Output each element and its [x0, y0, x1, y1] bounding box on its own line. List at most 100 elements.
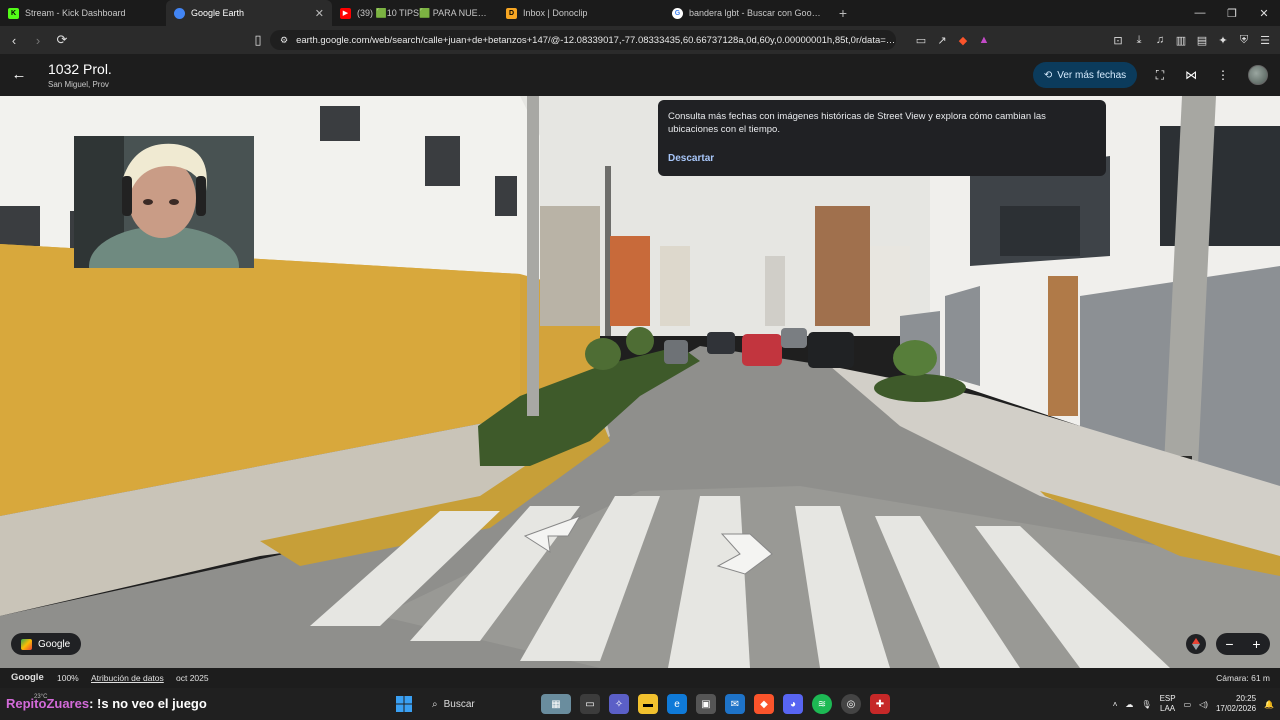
- store-icon[interactable]: ▣: [696, 694, 716, 714]
- obs-icon[interactable]: ◎: [841, 694, 861, 714]
- avatar[interactable]: [1248, 65, 1268, 85]
- camera-altitude: Cámara: 61 m: [1216, 673, 1270, 683]
- share-icon[interactable]: ⋈: [1182, 66, 1200, 84]
- google-icon: G: [672, 7, 683, 19]
- back-arrow-icon[interactable]: ←: [10, 64, 28, 84]
- tab-label: Stream - Kick Dashboard: [25, 8, 126, 18]
- street-view[interactable]: [0, 96, 1280, 668]
- google-maps-icon: [21, 638, 32, 650]
- tab-label: (39) 🟩10 TIPS🟩 PARA NUEVOS JUGADORES: [357, 7, 490, 18]
- clock-date: 17/02/2026: [1215, 704, 1257, 713]
- earth-status-bar: Google 100% Atribución de datos oct 2025…: [0, 668, 1280, 688]
- wallet-icon[interactable]: ▤: [1193, 30, 1211, 50]
- more-dates-label: Ver más fechas: [1057, 69, 1127, 81]
- widgets-icon[interactable]: ▦: [541, 694, 571, 714]
- close-window-icon[interactable]: ✕: [1248, 0, 1280, 26]
- tab-label: Inbox | Donoclip: [523, 8, 588, 18]
- notifications-icon[interactable]: 🔔: [1264, 700, 1274, 709]
- back-icon[interactable]: ‹: [4, 30, 24, 50]
- tab-google-search[interactable]: G bandera lgbt - Buscar con Google: [664, 0, 830, 26]
- tab-donoclip[interactable]: D Inbox | Donoclip: [498, 0, 664, 26]
- close-tab-icon[interactable]: ✕: [315, 7, 324, 20]
- map-type-label: Google: [38, 638, 71, 650]
- url-text: earth.google.com/web/search/calle+juan+d…: [296, 34, 896, 46]
- file-explorer-icon[interactable]: ▬: [638, 694, 658, 714]
- donoclip-icon: D: [506, 7, 517, 19]
- share-icon[interactable]: ↗: [933, 30, 951, 50]
- download-icon[interactable]: ⤓: [1130, 30, 1148, 50]
- data-attribution-link[interactable]: Atribución de datos: [91, 673, 164, 683]
- dismiss-button[interactable]: Descartar: [668, 153, 714, 164]
- more-dates-button[interactable]: ⟲ Ver más fechas: [1033, 62, 1137, 88]
- map-type-button[interactable]: Google: [11, 633, 81, 655]
- maximize-icon[interactable]: ❐: [1216, 0, 1248, 26]
- kick-icon: K: [8, 7, 19, 19]
- brave-rewards-icon[interactable]: ▲: [975, 30, 993, 50]
- media-icon[interactable]: ♫: [1151, 30, 1169, 50]
- tab-google-earth[interactable]: Google Earth ✕: [166, 0, 332, 26]
- screenshot-icon[interactable]: ⊡: [1109, 30, 1127, 50]
- place-subtitle: San Miguel, Prov: [48, 80, 109, 89]
- cloud-icon[interactable]: ☁: [1125, 700, 1133, 709]
- app-icon[interactable]: ✚: [870, 694, 890, 714]
- window-controls: — ❐ ✕: [1184, 0, 1280, 26]
- chat-text: : !s no veo el juego: [89, 696, 207, 711]
- brave-icon[interactable]: ◆: [754, 694, 774, 714]
- vpn-icon[interactable]: ⛨: [1235, 30, 1253, 50]
- spotify-icon[interactable]: ≋: [812, 694, 832, 714]
- site-settings-icon[interactable]: ⚙: [280, 35, 288, 46]
- browser-toolbar: ‹ › ⟳ ▯ ⚙ earth.google.com/web/search/ca…: [0, 26, 1280, 54]
- zoom-out-button[interactable]: −: [1225, 636, 1233, 652]
- tab-kick-dashboard[interactable]: K Stream - Kick Dashboard: [0, 0, 166, 26]
- zoom-level: 100%: [57, 673, 79, 683]
- taskbar-search[interactable]: ⌕ Buscar: [424, 693, 532, 715]
- reload-icon[interactable]: ⟳: [52, 30, 72, 50]
- google-earth-icon: [174, 7, 185, 19]
- chevron-up-icon[interactable]: ˄: [1113, 700, 1118, 709]
- clock[interactable]: 20:25 17/02/2026: [1216, 694, 1256, 714]
- toolbar-actions: ▭ ↗ ◆ ▲ ⊡ ⤓ ♫ ▥ ▤ ✦ ⛨ ☰: [912, 30, 1274, 50]
- windows-taskbar: 23°C RepitoZuares: !s no veo el juego ⌕ …: [0, 688, 1280, 720]
- microphone-icon[interactable]: 🎙: [1141, 700, 1151, 709]
- chat-username: RepitoZuares: [6, 696, 90, 711]
- lang-bottom: LAA: [1160, 704, 1176, 713]
- bookmark-icon[interactable]: ▯: [248, 30, 268, 50]
- webcam-overlay: [74, 136, 254, 268]
- search-placeholder: Buscar: [443, 698, 475, 710]
- zoom-in-button[interactable]: +: [1252, 636, 1260, 652]
- tab-label: Google Earth: [191, 8, 245, 18]
- history-icon: ⟲: [1043, 69, 1053, 81]
- zoom-control: − +: [1216, 633, 1270, 655]
- toolbar-spacer: [996, 30, 1106, 50]
- search-icon: ⌕: [432, 698, 438, 710]
- more-options-icon[interactable]: ⋮: [1214, 66, 1232, 84]
- mail-icon[interactable]: ✉: [725, 694, 745, 714]
- taskbar-apps: ⌕ Buscar ▦ ▭ ✧ ▬ e ▣ ✉ ◆ ◕ ≋ ◎ ✚: [392, 692, 890, 716]
- menu-icon[interactable]: ☰: [1256, 30, 1274, 50]
- place-title: 1032 Prol.: [48, 61, 112, 77]
- language-indicator[interactable]: ESP LAA: [1160, 694, 1176, 714]
- fullscreen-icon[interactable]: ⛶: [1151, 66, 1169, 84]
- windows-start-icon[interactable]: [392, 692, 416, 716]
- sidebar-icon[interactable]: ▥: [1172, 30, 1190, 50]
- address-bar[interactable]: ⚙ earth.google.com/web/search/calle+juan…: [270, 30, 896, 50]
- extensions-icon[interactable]: ✦: [1214, 30, 1232, 50]
- tooltip-text: Consulta más fechas con imágenes históri…: [668, 111, 1046, 135]
- edge-icon[interactable]: e: [667, 694, 687, 714]
- volume-icon[interactable]: ◁): [1199, 700, 1208, 709]
- install-app-icon[interactable]: ▭: [912, 30, 930, 50]
- historical-imagery-tooltip: Consulta más fechas con imágenes históri…: [658, 100, 1106, 176]
- task-view-icon[interactable]: ▭: [580, 694, 600, 714]
- google-brand: Google: [11, 672, 44, 683]
- tab-youtube[interactable]: ▶ (39) 🟩10 TIPS🟩 PARA NUEVOS JUGADORES: [332, 0, 498, 26]
- forward-icon[interactable]: ›: [28, 30, 48, 50]
- copilot-icon[interactable]: ✧: [609, 694, 629, 714]
- minimize-icon[interactable]: —: [1184, 0, 1216, 26]
- clock-time: 20:25: [1236, 694, 1257, 703]
- monitor-icon[interactable]: ▭: [1184, 700, 1192, 709]
- compass-icon[interactable]: [1186, 634, 1206, 654]
- system-tray: ˄ ☁ 🎙 ESP LAA ▭ ◁) 20:25 17/02/2026 🔔: [1113, 692, 1274, 716]
- new-tab-button[interactable]: +: [830, 0, 856, 26]
- brave-shield-icon[interactable]: ◆: [954, 30, 972, 50]
- discord-icon[interactable]: ◕: [783, 694, 803, 714]
